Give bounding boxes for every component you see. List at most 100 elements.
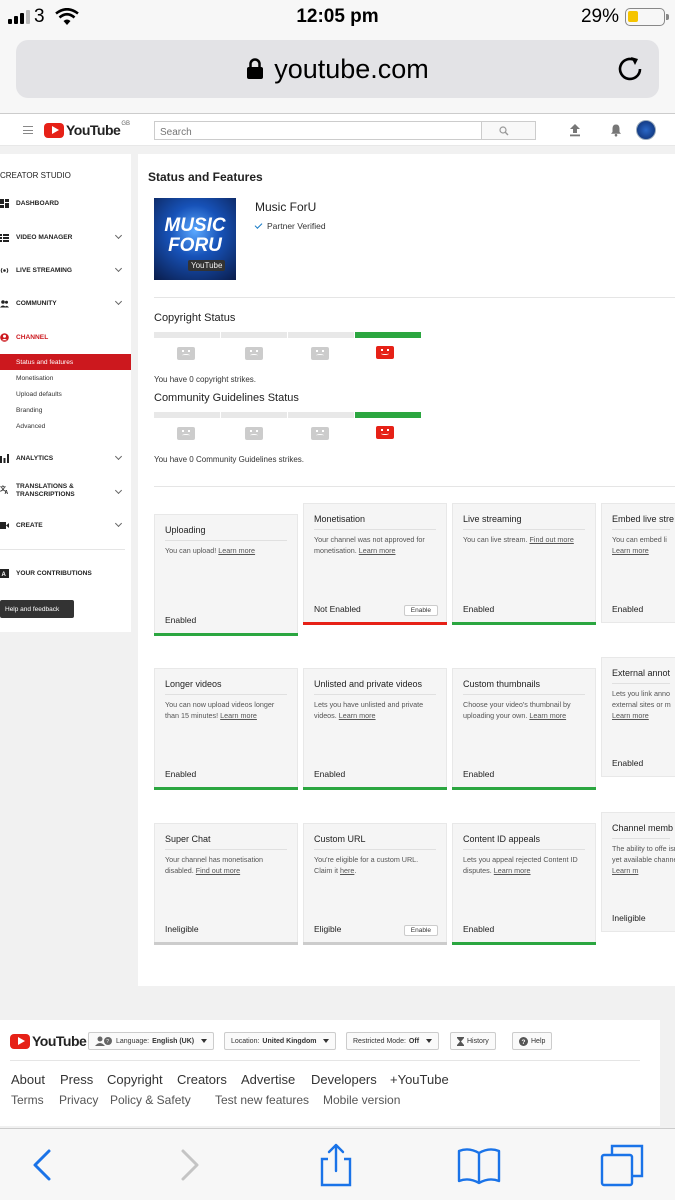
card-status: Enabled	[165, 615, 197, 625]
card-link[interactable]: Learn more	[612, 546, 649, 555]
feature-card-channel-memberships: Channel memb The ability to offe isn't y…	[601, 812, 675, 932]
community-icon	[0, 299, 9, 307]
enable-button[interactable]: Enable	[403, 605, 438, 616]
card-status: Enabled	[463, 924, 495, 934]
copyright-status-title: Copyright Status	[154, 312, 236, 324]
feature-card-custom-thumbnails: Custom thumbnails Choose your video's th…	[452, 668, 596, 790]
card-title: Channel memb	[612, 823, 674, 833]
youtube-logo[interactable]: YouTube GB	[44, 121, 130, 138]
help-icon: ?	[519, 1036, 528, 1046]
notifications-icon[interactable]	[609, 123, 623, 137]
bookmarks-icon[interactable]	[457, 1143, 501, 1187]
happy-face-icon	[376, 346, 394, 359]
history-button[interactable]: History	[450, 1032, 496, 1050]
status-bar: 3 12:05 pm 29%	[0, 0, 675, 34]
card-link[interactable]: Learn more	[612, 711, 649, 720]
footer-youtube-logo[interactable]: YouTube	[10, 1033, 87, 1049]
feature-card-monetisation: Monetisation Your channel was not approv…	[303, 503, 447, 625]
location-value: United Kingdom	[262, 1037, 317, 1045]
sidebar-item-your-contributions[interactable]: A YOUR CONTRIBUTIONS	[0, 565, 131, 581]
sidebar-item-create[interactable]: CREATE	[0, 517, 131, 533]
sidebar-item-channel[interactable]: CHANNEL	[0, 329, 131, 345]
channel-thumbnail[interactable]: MUSIC FORU YouTube	[154, 198, 236, 280]
divider	[154, 486, 675, 487]
card-description: The ability to offe isn't yet available …	[612, 844, 675, 875]
footer-link-press[interactable]: Press	[60, 1072, 93, 1087]
card-link[interactable]: Learn m	[612, 866, 638, 875]
footer-link-mobile-version[interactable]: Mobile version	[323, 1093, 400, 1107]
restricted-mode-selector[interactable]: Restricted Mode: Off	[346, 1032, 440, 1050]
share-icon[interactable]	[314, 1143, 358, 1187]
address-bar[interactable]: youtube.com	[16, 40, 659, 98]
guidelines-strike-text: You have 0 Community Guidelines strikes.	[154, 455, 304, 464]
status-bar-indicator	[154, 787, 298, 790]
footer-link-about[interactable]: About	[11, 1072, 45, 1087]
sidebar-item-live-streaming[interactable]: LIVE STREAMING	[0, 262, 131, 278]
card-description: You can now upload videos longer than 15…	[165, 700, 275, 720]
status-bar-indicator	[452, 622, 596, 625]
channel-name[interactable]: Music ForU	[255, 200, 316, 214]
strike-cell-current	[355, 412, 421, 418]
region-code: GB	[121, 121, 130, 127]
account-avatar[interactable]	[636, 120, 656, 140]
reload-icon[interactable]	[615, 54, 645, 84]
status-bar-indicator	[154, 633, 298, 636]
footer-link-advertise[interactable]: Advertise	[241, 1072, 295, 1087]
sidebar-sub-upload-defaults[interactable]: Upload defaults	[0, 386, 131, 402]
card-link[interactable]: Learn more	[339, 711, 376, 720]
help-and-feedback-button[interactable]: Help and feedback	[0, 600, 74, 618]
location-label: Location:	[231, 1037, 260, 1045]
footer-link-plus-youtube[interactable]: +YouTube	[390, 1072, 449, 1087]
language-selector[interactable]: ? Language: English (UK)	[88, 1032, 215, 1050]
card-link[interactable]: Learn more	[218, 546, 255, 555]
sidebar-item-label: COMMUNITY	[16, 299, 57, 307]
sidebar-item-video-manager[interactable]: VIDEO MANAGER	[0, 229, 131, 245]
footer-divider	[10, 1060, 640, 1061]
language-icon: ?	[95, 1036, 112, 1046]
card-link[interactable]: here	[340, 866, 354, 875]
status-bar-indicator	[303, 622, 447, 625]
card-link[interactable]: Learn more	[220, 711, 257, 720]
footer-link-privacy[interactable]: Privacy	[59, 1093, 98, 1107]
sidebar-sub-branding[interactable]: Branding	[0, 402, 131, 418]
sidebar-item-dashboard[interactable]: DASHBOARD	[0, 195, 131, 211]
upload-icon[interactable]	[568, 123, 582, 137]
card-description: Choose your video's thumbnail by uploadi…	[463, 700, 571, 720]
status-bar-indicator	[452, 787, 596, 790]
card-link[interactable]: Learn more	[529, 711, 566, 720]
sidebar-item-label: CHANNEL	[16, 333, 49, 341]
card-link[interactable]: Find out more	[529, 535, 573, 544]
status-bar-indicator	[601, 622, 675, 623]
search-button[interactable]	[482, 121, 536, 140]
tabs-icon[interactable]	[600, 1143, 644, 1187]
footer-link-copyright[interactable]: Copyright	[107, 1072, 163, 1087]
footer-link-creators[interactable]: Creators	[177, 1072, 227, 1087]
card-link[interactable]: Learn more	[359, 546, 396, 555]
card-status: Ineligible	[612, 913, 646, 923]
footer-link-test-new-features[interactable]: Test new features	[215, 1093, 309, 1107]
location-selector[interactable]: Location: United Kingdom	[224, 1032, 337, 1050]
partner-verified-label: Partner Verified	[267, 221, 326, 231]
divider	[154, 297, 675, 298]
footer-link-terms[interactable]: Terms	[11, 1093, 44, 1107]
card-link[interactable]: Learn more	[494, 866, 531, 875]
sidebar-sub-monetisation[interactable]: Monetisation	[0, 370, 131, 386]
address-text[interactable]: youtube.com	[16, 54, 659, 85]
sidebar-item-analytics[interactable]: ANALYTICS	[0, 450, 131, 466]
sidebar-sub-advanced[interactable]: Advanced	[0, 418, 131, 434]
search-input[interactable]	[155, 124, 481, 141]
footer-link-policy-safety[interactable]: Policy & Safety	[110, 1093, 191, 1107]
card-title: Uploading	[165, 525, 206, 535]
sidebar-item-community[interactable]: COMMUNITY	[0, 295, 131, 311]
help-button[interactable]: ? Help	[512, 1032, 553, 1050]
sidebar-item-translations[interactable]: 文A TRANSLATIONS & TRANSCRIPTIONS	[0, 483, 131, 503]
footer-link-developers[interactable]: Developers	[311, 1072, 377, 1087]
card-link[interactable]: Find out more	[196, 866, 240, 875]
back-icon[interactable]	[20, 1143, 64, 1187]
sad-face-icon	[311, 427, 329, 440]
sidebar-sub-status-and-features[interactable]: Status and features	[0, 354, 131, 370]
enable-button[interactable]: Enable	[403, 925, 438, 936]
forward-icon[interactable]	[168, 1143, 212, 1187]
svg-text:A: A	[2, 572, 7, 578]
menu-icon[interactable]	[23, 126, 33, 134]
